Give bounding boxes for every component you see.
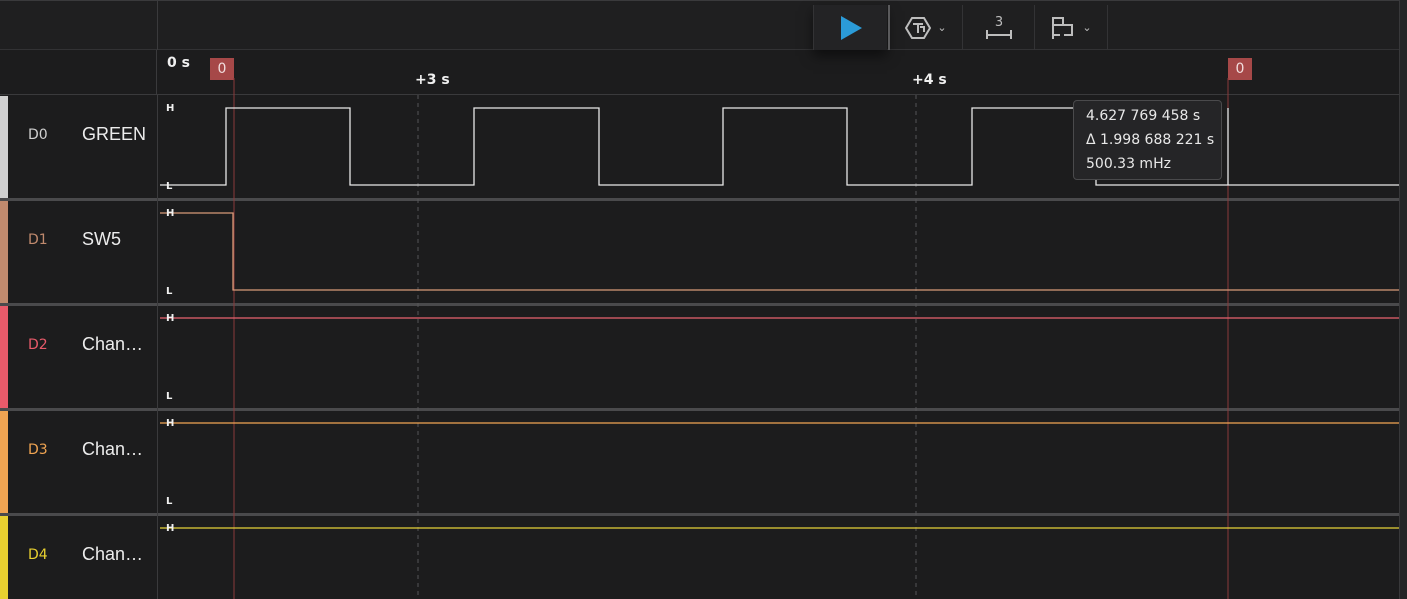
- channel-id: D0: [28, 127, 48, 143]
- channel-row-d2[interactable]: D2 Chan…: [0, 306, 1400, 409]
- channel-color-bar: [0, 411, 8, 514]
- channel-color-bar: [0, 201, 8, 304]
- channel-name[interactable]: Chan…: [82, 334, 143, 355]
- tooltip-time: 4.627 769 458 s: [1086, 108, 1201, 124]
- time-tick-label: +4 s: [912, 72, 947, 88]
- play-button[interactable]: [813, 5, 887, 50]
- tooltip-frequency: 500.33 mHz: [1086, 156, 1171, 172]
- channel-row-d1[interactable]: D1 SW5: [0, 201, 1400, 304]
- time-tick-label: +3 s: [415, 72, 450, 88]
- channel-color-bar: [0, 96, 8, 199]
- timing-marker-flag[interactable]: 0: [210, 58, 234, 80]
- channel-color-bar: [0, 516, 8, 599]
- toolbar-left-cell: [0, 1, 158, 50]
- measurements-button[interactable]: 3: [962, 5, 1034, 50]
- channel-id: D4: [28, 547, 48, 563]
- channel-color-bar: [0, 306, 8, 409]
- tooltip-delta: Δ 1.998 688 221 s: [1086, 132, 1215, 148]
- time-ruler[interactable]: 0 s +3 s +4 s 0 0: [0, 50, 1407, 95]
- channel-id: D3: [28, 442, 48, 458]
- measure-icon: 3: [985, 15, 1012, 39]
- chevron-down-icon: ⌄: [937, 22, 947, 34]
- ruler-left-cell: [0, 50, 157, 95]
- timing-marker-flag[interactable]: 0: [1228, 58, 1252, 80]
- trigger-icon: [905, 16, 932, 39]
- vertical-scrollbar[interactable]: [1399, 0, 1407, 599]
- annotation-icon: [1052, 16, 1074, 39]
- channel-id: D1: [28, 232, 48, 248]
- chevron-down-icon: ⌄: [1082, 22, 1092, 34]
- channel-row-d4[interactable]: D4 Chan…: [0, 516, 1400, 599]
- channel-name[interactable]: SW5: [82, 229, 121, 250]
- logic-analyzer-window: ⌄ 3 ⌄ 0 s +3 s +4 s 0 0 D0 GREEN D1 SW5 …: [0, 0, 1407, 599]
- channel-name[interactable]: Chan…: [82, 544, 143, 565]
- channel-row-d3[interactable]: D3 Chan…: [0, 411, 1400, 514]
- trigger-settings-button[interactable]: ⌄: [888, 5, 962, 50]
- annotations-button[interactable]: ⌄: [1034, 5, 1108, 50]
- channel-id: D2: [28, 337, 48, 353]
- toolbar: ⌄ 3 ⌄: [0, 0, 1407, 50]
- measurement-tooltip: 4.627 769 458 s Δ 1.998 688 221 s 500.33…: [1073, 100, 1222, 180]
- channel-name[interactable]: Chan…: [82, 439, 143, 460]
- channel-name[interactable]: GREEN: [82, 124, 146, 145]
- time-origin-label: 0 s: [167, 55, 190, 71]
- measure-digit: 3: [994, 15, 1002, 30]
- label-column-border: [157, 95, 158, 599]
- play-icon: [840, 15, 862, 40]
